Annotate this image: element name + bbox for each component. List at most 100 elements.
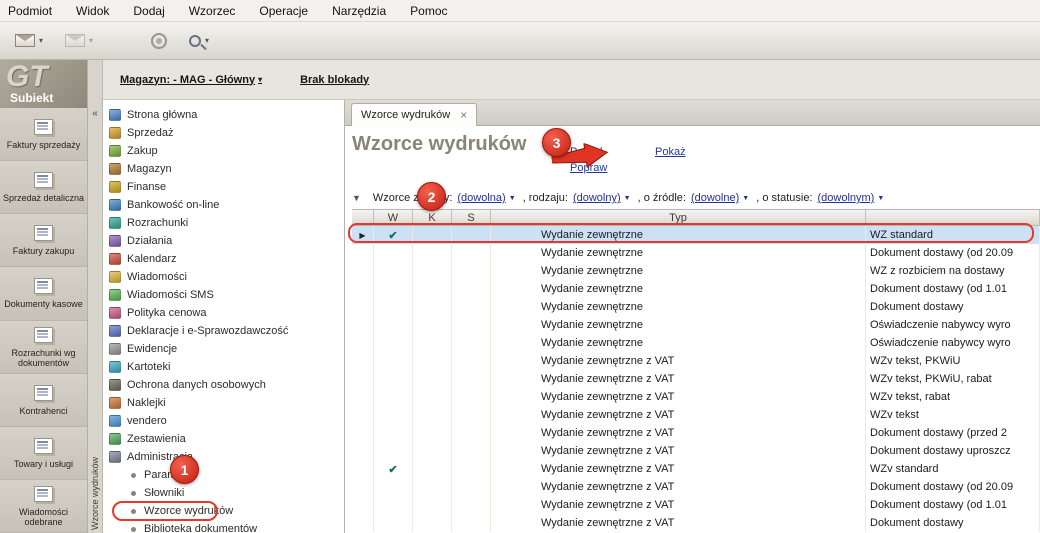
table-row[interactable]: ✔ Wydanie zewnętrzne z VAT WZv standard bbox=[352, 460, 1040, 478]
tree-item[interactable]: Bankowość on-line bbox=[103, 196, 344, 214]
cell-k bbox=[413, 226, 452, 244]
tree-item[interactable]: Ewidencje bbox=[103, 340, 344, 358]
table-row[interactable]: Wydanie zewnętrzne Oświadczenie nabywcy … bbox=[352, 334, 1040, 352]
check-icon: ✔ bbox=[374, 226, 413, 244]
table-row[interactable]: Wydanie zewnętrzne z VAT Dokument dostaw… bbox=[352, 514, 1040, 532]
sidebar-item[interactable]: Dokumenty kasowe bbox=[0, 267, 87, 320]
tree-item[interactable]: Działania bbox=[103, 232, 344, 250]
table-row[interactable]: Wydanie zewnętrzne z VAT Dokument dostaw… bbox=[352, 496, 1040, 514]
filter-segments: Wzorce z grupy: (dowolna) ▼ , rodzaju: (… bbox=[373, 192, 888, 204]
cell-s bbox=[452, 496, 491, 514]
link-powiel[interactable]: Powiel bbox=[570, 146, 602, 158]
tab-close-icon[interactable]: × bbox=[460, 109, 467, 121]
cell-s bbox=[452, 352, 491, 370]
menu-item[interactable]: Narzędzia bbox=[332, 4, 386, 18]
vertical-tab-label[interactable]: Wzorce wydruków bbox=[90, 457, 100, 530]
tree-item[interactable]: Zakup bbox=[103, 142, 344, 160]
table-row[interactable]: Wydanie zewnętrzne z VAT Dokument dostaw… bbox=[352, 424, 1040, 442]
lock-status[interactable]: Brak blokady bbox=[300, 74, 369, 86]
search-help-button[interactable]: ▾ bbox=[182, 30, 216, 52]
tree-item[interactable]: Wiadomości SMS bbox=[103, 286, 344, 304]
collapse-chevron-icon[interactable]: « bbox=[88, 108, 102, 119]
table-row[interactable]: Wydanie zewnętrzne z VAT WZv tekst, PKWi… bbox=[352, 352, 1040, 370]
tree-item[interactable]: Słowniki bbox=[103, 484, 344, 502]
tree-item[interactable]: Wiadomości bbox=[103, 268, 344, 286]
sidebar-item[interactable]: Faktury zakupu bbox=[0, 214, 87, 267]
tree-item[interactable]: Parametry bbox=[103, 466, 344, 484]
table-row[interactable]: Wydanie zewnętrzne z VAT WZv tekst bbox=[352, 406, 1040, 424]
tree-item[interactable]: Kartoteki bbox=[103, 358, 344, 376]
cell-name: Oświadczenie nabywcy wyro bbox=[866, 316, 1040, 334]
tree-item[interactable]: Kalendarz bbox=[103, 250, 344, 268]
table-row[interactable]: Wydanie zewnętrzne Dokument dostawy (od … bbox=[352, 244, 1040, 262]
filter-collapse-icon[interactable]: ▼ bbox=[352, 193, 361, 203]
tree-item[interactable]: Magazyn bbox=[103, 160, 344, 178]
table-row[interactable]: Wydanie zewnętrzne z VAT WZv tekst, PKWi… bbox=[352, 370, 1040, 388]
check-icon bbox=[374, 280, 413, 298]
col-typ[interactable]: Typ bbox=[491, 210, 866, 225]
send-message-button[interactable]: ▾ bbox=[8, 29, 50, 52]
filter-link[interactable]: (dowolny) bbox=[573, 192, 621, 204]
tree-item[interactable]: Zestawienia bbox=[103, 430, 344, 448]
cell-k bbox=[413, 244, 452, 262]
table-row[interactable]: Wydanie zewnętrzne z VAT Dokument dostaw… bbox=[352, 442, 1040, 460]
tree-item[interactable]: Polityka cenowa bbox=[103, 304, 344, 322]
filter-link[interactable]: (dowolnym) bbox=[818, 192, 875, 204]
sidebar-item[interactable]: Towary i usługi bbox=[0, 427, 87, 480]
warehouse-selector[interactable]: Magazyn: - MAG - Główny ▾ bbox=[120, 74, 262, 86]
sidebar-item[interactable]: Kontrahenci bbox=[0, 374, 87, 427]
filter-label: , rodzaju: bbox=[520, 192, 568, 204]
menu-item[interactable]: Podmiot bbox=[8, 4, 52, 18]
table-row[interactable]: Wydanie zewnętrzne Dokument dostawy (od … bbox=[352, 280, 1040, 298]
table-row[interactable]: Wydanie zewnętrzne z VAT WZv tekst, raba… bbox=[352, 388, 1040, 406]
nav-tree: Strona główna Sprzedaż Zakup Magazyn Fin… bbox=[103, 100, 345, 533]
table-row[interactable]: ▶ ✔ Wydanie zewnętrzne WZ standard bbox=[352, 226, 1040, 244]
sidebar-item[interactable]: Wiadomości odebrane bbox=[0, 480, 87, 533]
col-k[interactable]: K bbox=[413, 210, 452, 225]
col-s[interactable]: S bbox=[452, 210, 491, 225]
tree-item[interactable]: vendero bbox=[103, 412, 344, 430]
col-w[interactable]: W bbox=[374, 210, 413, 225]
tree-item[interactable]: Administracja bbox=[103, 448, 344, 466]
tree-item[interactable]: Naklejki bbox=[103, 394, 344, 412]
col-name[interactable] bbox=[866, 210, 1040, 225]
cell-s bbox=[452, 334, 491, 352]
menu-item[interactable]: Dodaj bbox=[133, 4, 164, 18]
warehouse-selector-label: Magazyn: - MAG - Główny bbox=[120, 74, 255, 86]
tab-wzorce-wydrukow[interactable]: Wzorce wydruków × bbox=[351, 103, 477, 126]
tree-item[interactable]: Sprzedaż bbox=[103, 124, 344, 142]
cell-name: WZ z rozbiciem na dostawy bbox=[866, 262, 1040, 280]
sidebar-item[interactable]: Sprzedaż detaliczna bbox=[0, 161, 87, 214]
table-row[interactable]: Wydanie zewnętrzne WZ z rozbiciem na dos… bbox=[352, 262, 1040, 280]
filter-link[interactable]: (dowolna) bbox=[457, 192, 505, 204]
tree-item[interactable]: Wzorce wydruków bbox=[103, 502, 344, 520]
row-pointer-icon bbox=[352, 262, 374, 280]
link-popraw[interactable]: Popraw bbox=[570, 162, 607, 174]
menu-item[interactable]: Widok bbox=[76, 4, 109, 18]
cell-typ: Wydanie zewnętrzne bbox=[491, 244, 866, 262]
tab-strip: Wzorce wydruków × bbox=[345, 100, 1040, 126]
tree-item[interactable]: Finanse bbox=[103, 178, 344, 196]
filter-link[interactable]: (dowolne) bbox=[691, 192, 739, 204]
sidebar-item[interactable]: Rozrachunki wg dokumentów bbox=[0, 321, 87, 374]
tree-item[interactable]: Biblioteka dokumentów bbox=[103, 520, 344, 533]
menu-item[interactable]: Wzorzec bbox=[189, 4, 236, 18]
collapse-strip: « Wzorce wydruków bbox=[88, 60, 103, 533]
table-row[interactable]: Wydanie zewnętrzne z VAT Dokument dostaw… bbox=[352, 478, 1040, 496]
tree-item-icon bbox=[109, 181, 121, 193]
tree-item[interactable]: Ochrona danych osobowych bbox=[103, 376, 344, 394]
menu-item[interactable]: Operacje bbox=[259, 4, 308, 18]
tree-item[interactable]: Rozrachunki bbox=[103, 214, 344, 232]
stamp-button[interactable] bbox=[144, 28, 174, 54]
link-pokaz[interactable]: Pokaż bbox=[655, 146, 686, 158]
tree-item[interactable]: Deklaracje i e-Sprawozdawczość bbox=[103, 322, 344, 340]
email-button[interactable]: ▾ bbox=[58, 29, 100, 52]
menu-item[interactable]: Pomoc bbox=[410, 4, 447, 18]
tree-item-label: Naklejki bbox=[127, 397, 166, 409]
cell-k bbox=[413, 352, 452, 370]
sidebar-item[interactable]: Faktury sprzedaży bbox=[0, 108, 87, 161]
table-row[interactable]: Wydanie zewnętrzne Dokument dostawy bbox=[352, 298, 1040, 316]
table-row[interactable]: Wydanie zewnętrzne Oświadczenie nabywcy … bbox=[352, 316, 1040, 334]
tree-item[interactable]: Strona główna bbox=[103, 106, 344, 124]
cell-s bbox=[452, 406, 491, 424]
